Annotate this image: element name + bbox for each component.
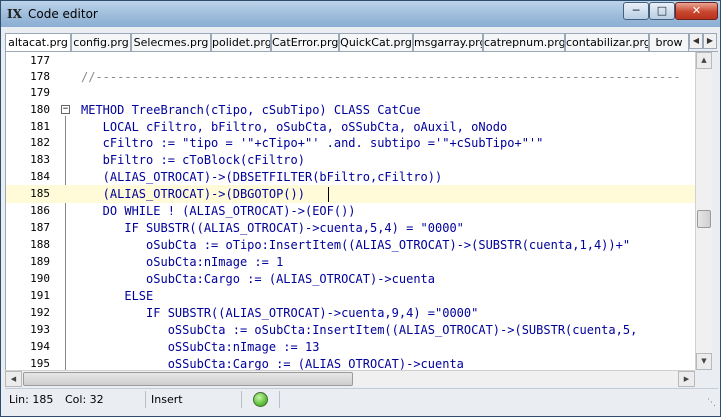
status-line: Lin: 185 [9,393,54,406]
code-line: 191 ELSE [30,289,154,303]
tab-polidet[interactable]: polidet.prg [211,33,271,51]
code-line: 180− METHOD TreeBranch(cTipo, cSubTipo) C… [30,103,421,117]
scrollbar-corner [695,370,712,387]
arrow-left-icon: ◀ [10,375,17,383]
window-title: Code editor [28,7,98,21]
status-divider [279,391,280,408]
status-column: Col: 32 [65,393,104,406]
arrow-down-icon: ▼ [701,357,707,365]
code-line: 189 oSubCta:nImage := 1 [30,255,284,269]
status-indicator-icon [253,392,268,407]
code-line: 183 bFiltro := cToBlock(cFiltro) [30,153,305,167]
minimize-button[interactable]: ─ [623,2,649,20]
code-line: 182 cFiltro := "tipo = '"+cTipo+"' .and.… [30,136,544,150]
status-divider [241,391,242,408]
code-area[interactable]: 177 178//-------------------------------… [5,52,695,370]
horizontal-scroll-thumb[interactable] [23,372,353,386]
scroll-right-button[interactable]: ▶ [678,371,695,387]
tab-brow[interactable]: brow [649,33,689,51]
close-icon: ✕ [691,4,702,17]
tab-quickcat[interactable]: QuickCat.prg [339,33,413,51]
status-bar: Lin: 185 Col: 32 Insert ⋱ [5,388,718,410]
vertical-scroll-thumb[interactable] [697,210,711,228]
tab-scroll-right-button[interactable]: ▶ [703,33,717,49]
tab-selecmes[interactable]: Selecmes.prg [131,33,211,51]
arrow-up-icon: ▲ [701,56,707,64]
code-line: 187 IF SUBSTR((ALIAS_OTROCAT)->cuenta,5,… [30,221,464,235]
maximize-button[interactable]: □ [649,2,675,20]
close-button[interactable]: ✕ [675,2,718,20]
scroll-down-button[interactable]: ▼ [696,353,712,370]
resize-grip-icon[interactable]: ⋱ [707,398,716,408]
current-code-line: 185 (ALIAS_OTROCAT)->(DBGOTOP()) [6,185,695,203]
tab-contabilizar[interactable]: contabilizar.prg [565,33,649,51]
tab-catrepnum[interactable]: catrepnum.prg [483,33,565,51]
code-editor-window: IX Code editor ─ □ ✕ altacat.prg config.… [0,0,721,417]
tab-scroll-left-button[interactable]: ◀ [689,33,703,49]
tab-config[interactable]: config.prg [71,33,131,51]
arrow-right-icon: ▶ [683,375,690,383]
code-line: 190 oSubCta:Cargo := (ALIAS_OTROCAT)->cu… [30,272,436,286]
vertical-scrollbar[interactable]: ▲ ▼ [695,52,712,370]
minimize-icon: ─ [632,4,640,17]
code-line: 194 oSSubCta:nImage := 13 [30,340,320,354]
tab-caterror[interactable]: CatError.prg [271,33,339,51]
arrow-right-icon: ▶ [706,36,714,45]
code-line: 193 oSSubCta := oSubCta:InsertItem((ALIA… [30,323,638,337]
code-line: 179 [30,86,50,99]
code-line: 184 (ALIAS_OTROCAT)->(DBSETFILTER(bFiltr… [30,170,443,184]
code-line: 195 oSSubCta:Cargo := (ALIAS_OTROCAT)->c… [30,357,464,370]
scroll-up-button[interactable]: ▲ [696,52,712,69]
status-divider [145,391,146,408]
arrow-left-icon: ◀ [692,36,700,45]
tab-msgarray[interactable]: msgarray.prg [413,33,483,51]
maximize-icon: □ [656,4,668,17]
tab-altacat[interactable]: altacat.prg [5,33,71,51]
scroll-left-button[interactable]: ◀ [5,371,22,387]
status-mode: Insert [151,393,183,406]
title-bar[interactable]: IX Code editor ─ □ ✕ [1,1,720,27]
text-caret [328,187,329,202]
code-line: 188 oSubCta := oTipo:InsertItem((ALIAS_O… [30,238,631,252]
horizontal-scrollbar[interactable]: ◀ ▶ [5,370,695,387]
app-icon: IX [7,7,22,21]
code-line: 192 IF SUBSTR((ALIAS_OTROCAT)->cuenta,9,… [30,306,479,320]
file-tab-bar: altacat.prg config.prg Selecmes.prg poli… [5,30,718,52]
code-line: 186 DO WHILE ! (ALIAS_OTROCAT)->(EOF()) [30,204,356,218]
collapse-icon[interactable]: − [61,105,70,114]
